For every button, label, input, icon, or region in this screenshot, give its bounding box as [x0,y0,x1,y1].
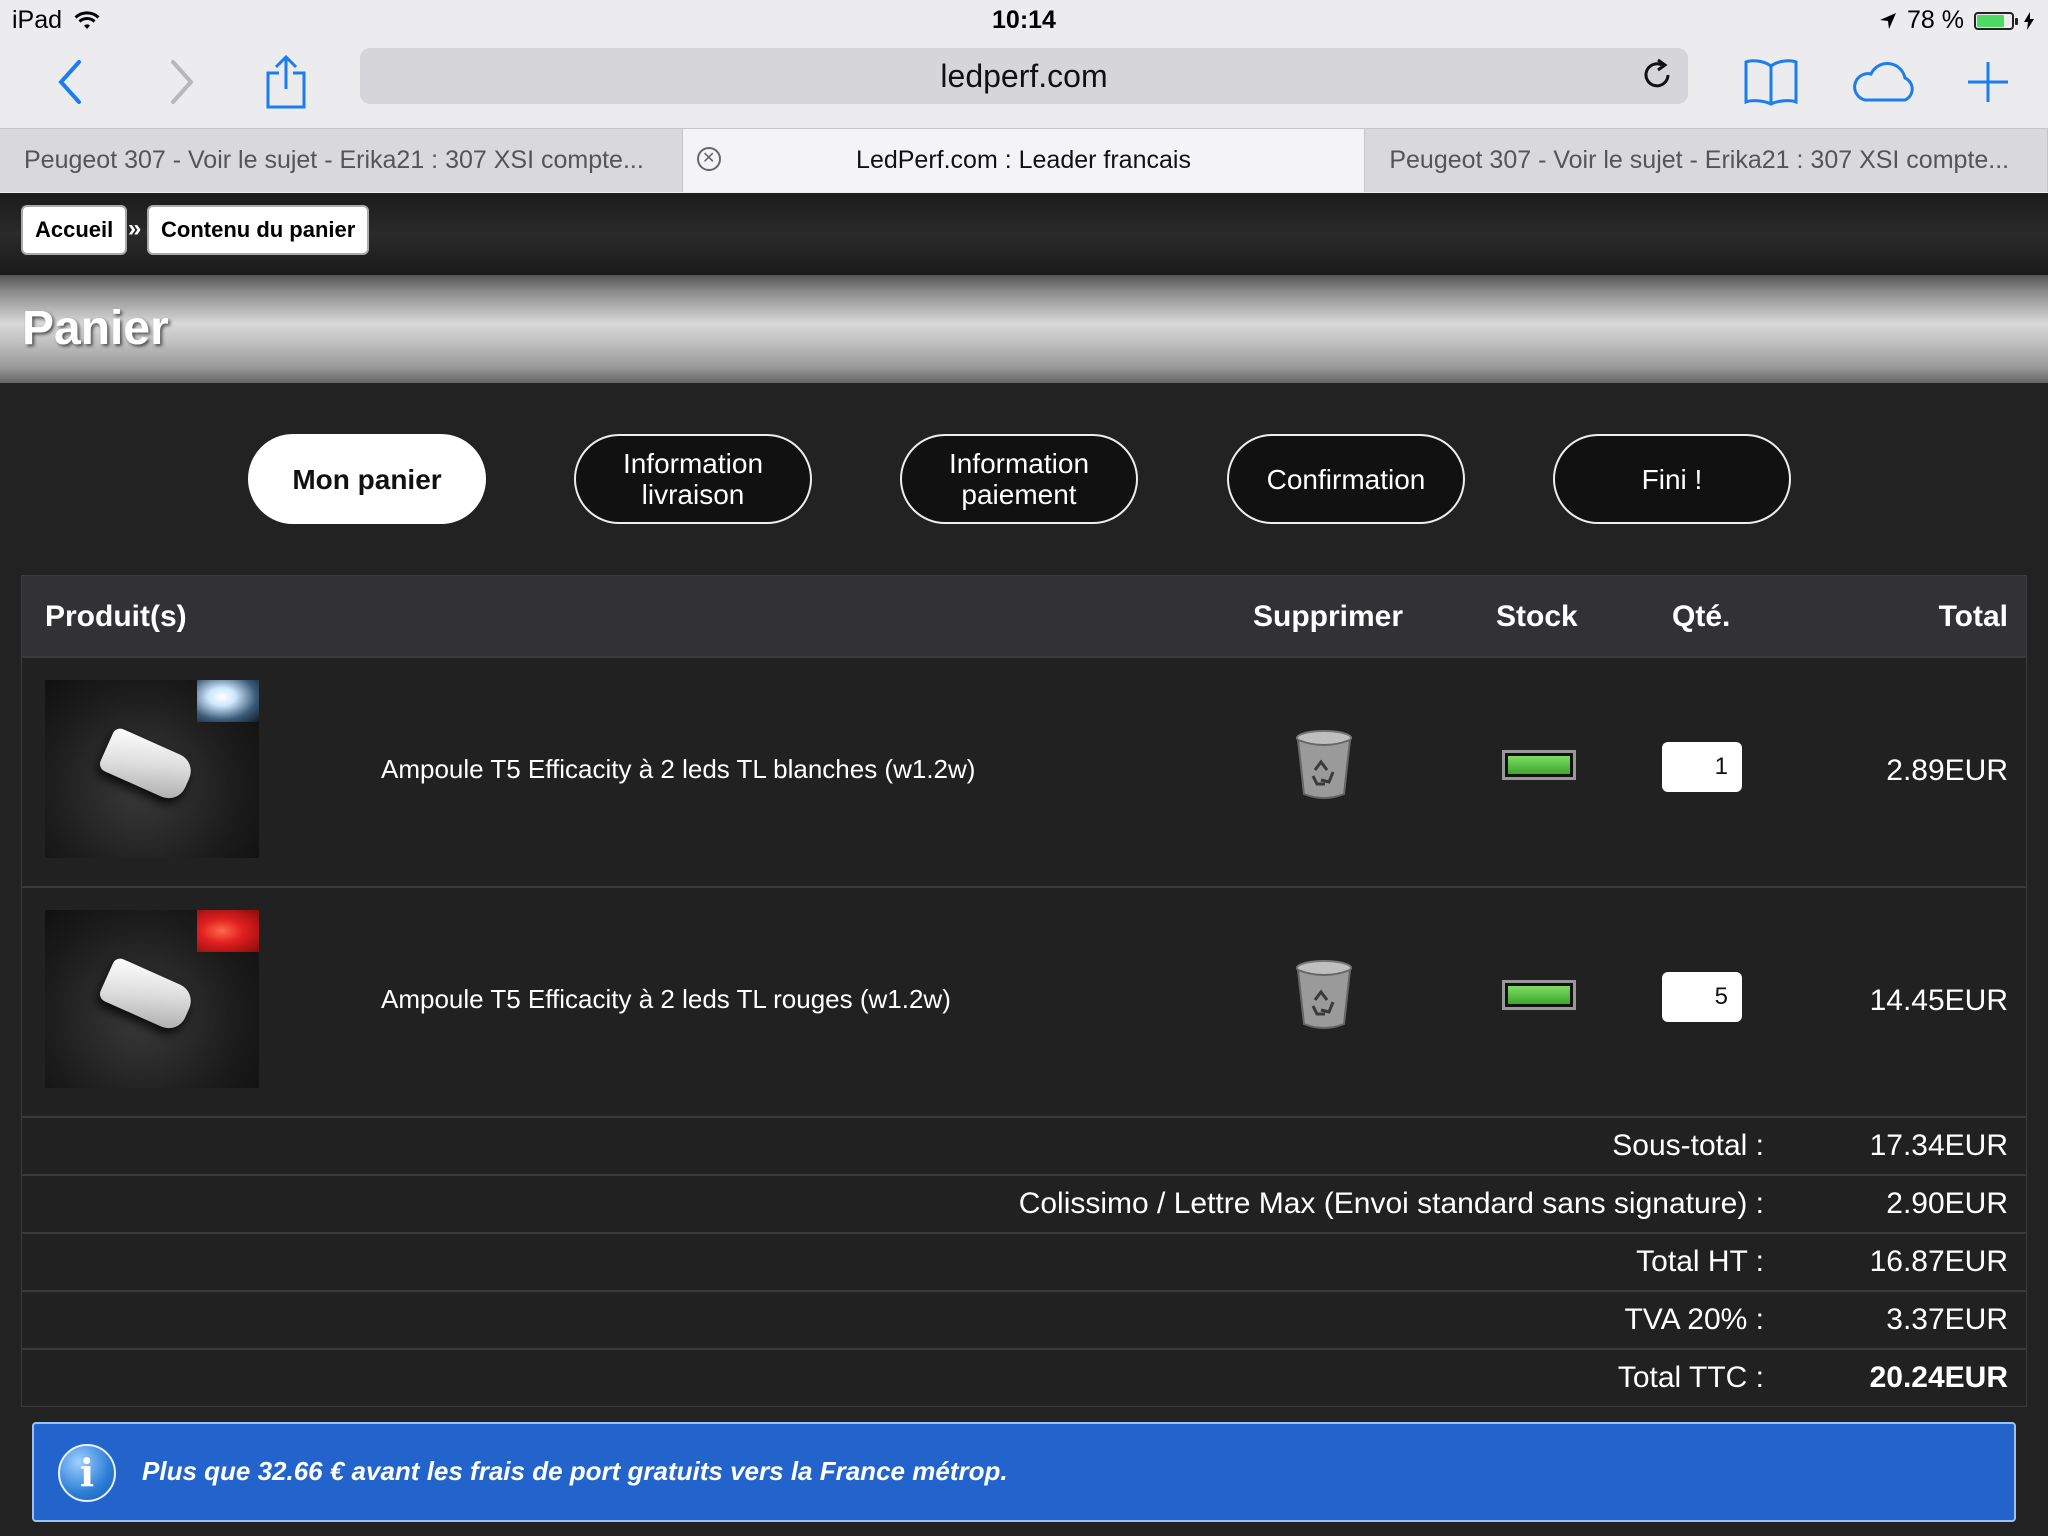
header-qty: Qté. [1672,600,1731,633]
browser-chrome: iPad 10:14 78 % ledperf.com Peugeot 307 … [0,0,2048,193]
summary-value: 20.24EUR [1869,1361,2008,1394]
tab-peugeot-1[interactable]: Peugeot 307 - Voir le sujet - Erika21 : … [0,128,683,192]
step-information-paiement[interactable]: Information paiement [900,434,1138,524]
plus-icon [1968,62,2008,102]
stock-fill [1508,756,1570,774]
row-total: 2.89EUR [1886,754,2008,787]
status-bar: iPad 10:14 78 % [0,0,2048,44]
table-row: Ampoule T5 Efficacity à 2 leds TL rouges… [22,886,2026,1116]
row-total: 14.45EUR [1869,984,2008,1017]
summary-label: Total TTC : [1617,1361,1764,1394]
reload-icon[interactable] [1640,58,1674,92]
product-name-link[interactable]: Ampoule T5 Efficacity à 2 leds TL blanch… [381,754,975,785]
back-button[interactable] [40,50,100,114]
breadcrumb-current-link[interactable]: Contenu du panier [147,205,370,255]
tab-peugeot-2[interactable]: Peugeot 307 - Voir le sujet - Erika21 : … [1365,128,2048,192]
breadcrumb-separator: » [128,215,142,242]
breadcrumb-home-link[interactable]: Accueil [21,205,128,255]
bookmarks-button[interactable] [1736,50,1806,114]
page-banner: Panier [0,275,2048,383]
trash-icon[interactable] [1295,960,1353,1030]
battery-icon [1974,11,2018,30]
close-tab-icon[interactable]: ✕ [696,147,721,171]
free-shipping-notice: i Plus que 32.66 € avant les frais de po… [32,1422,2016,1522]
chevron-right-icon [171,60,194,104]
charging-bolt-icon [2024,11,2034,30]
stock-fill [1508,986,1570,1004]
table-row: Ampoule T5 Efficacity à 2 leds TL blanch… [22,656,2026,886]
trash-icon[interactable] [1295,730,1353,800]
battery-percent: 78 % [1907,6,1964,34]
status-right: 78 % [1879,6,2034,35]
open-book-icon [1744,59,1798,106]
page-title: Panier [22,302,169,355]
summary-total-ht: Total HT : 16.87EUR [22,1232,2026,1290]
checkout-steps: Mon panier Information livraison Informa… [0,434,2048,524]
product-name-link[interactable]: Ampoule T5 Efficacity à 2 leds TL rouges… [381,984,951,1015]
header-delete: Supprimer [1253,600,1404,633]
summary-label: Colissimo / Lettre Max (Envoi standard s… [1018,1187,1764,1220]
breadcrumb: Accueil » Contenu du panier [0,193,2048,275]
stock-indicator [1502,980,1576,1010]
status-time: 10:14 [992,6,1056,34]
header-total: Total [1938,600,2008,633]
summary-label: Sous-total : [1612,1129,1764,1162]
summary-label: Total HT : [1636,1245,1764,1278]
share-button[interactable] [256,50,316,114]
info-icon: i [58,1444,116,1502]
forward-button[interactable] [152,50,212,114]
step-mon-panier[interactable]: Mon panier [248,434,486,524]
summary-value: 3.37EUR [1886,1303,2008,1336]
summary-tva: TVA 20% : 3.37EUR [22,1290,2026,1348]
tab-title: Peugeot 307 - Voir le sujet - Erika21 : … [24,146,644,174]
stock-indicator [1502,750,1576,780]
share-icon [266,55,306,109]
quantity-input[interactable]: 1 [1662,742,1742,792]
tab-ledperf[interactable]: ✕ LedPerf.com : Leader francais [682,128,1366,192]
step-confirmation[interactable]: Confirmation [1227,434,1465,524]
summary-label: TVA 20% : [1624,1303,1764,1336]
new-tab-button[interactable] [1960,50,2016,114]
tab-title: LedPerf.com : Leader francais [856,146,1191,174]
header-stock: Stock [1496,600,1578,633]
summary-value: 17.34EUR [1869,1129,2008,1162]
chevron-left-icon [58,60,81,104]
icloud-tabs-button[interactable] [1846,50,1922,114]
table-header: Produit(s) Supprimer Stock Qté. Total [22,576,2026,656]
tab-bar: Peugeot 307 - Voir le sujet - Erika21 : … [0,128,2048,193]
tab-title: Peugeot 307 - Voir le sujet - Erika21 : … [1389,146,2010,174]
step-fini[interactable]: Fini ! [1553,434,1791,524]
summary-shipping: Colissimo / Lettre Max (Envoi standard s… [22,1174,2026,1232]
product-image[interactable] [45,680,259,858]
address-bar[interactable]: ledperf.com [360,48,1688,104]
summary-value: 16.87EUR [1869,1245,2008,1278]
summary-subtotal: Sous-total : 17.34EUR [22,1116,2026,1174]
cloud-icon [1853,62,1914,102]
header-product: Produit(s) [45,600,187,633]
address-bar-url: ledperf.com [940,57,1108,94]
cart-table: Produit(s) Supprimer Stock Qté. Total Am… [21,575,2027,1407]
product-image[interactable] [45,910,259,1088]
location-arrow-icon [1880,12,1897,29]
summary-value: 2.90EUR [1886,1187,2008,1220]
free-shipping-text: Plus que 32.66 € avant les frais de port… [142,1456,1008,1486]
summary-total-ttc: Total TTC : 20.24EUR [22,1348,2026,1406]
step-information-livraison[interactable]: Information livraison [574,434,812,524]
quantity-input[interactable]: 5 [1662,972,1742,1022]
